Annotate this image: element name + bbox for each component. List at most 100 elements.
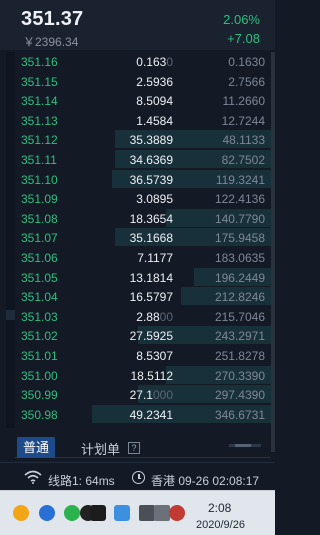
taskbar-date[interactable]: 2020/9/26 — [196, 519, 245, 531]
row-price: 351.05 — [21, 270, 58, 285]
row-cumulative: 48.1133 — [222, 133, 266, 148]
orderbook-row[interactable]: 351.12 35.3889 48.1133 — [15, 130, 271, 150]
last-price: 351.37 — [21, 8, 84, 30]
change-percent: 2.06% — [223, 12, 260, 27]
row-price: 351.04 — [21, 290, 58, 305]
cny-price: ￥2396.34 — [23, 35, 79, 49]
orderbook-row[interactable]: 351.10 36.5739 119.3241 — [15, 169, 271, 190]
row-quantity-digits: 27.5925 — [129, 329, 173, 344]
horizontal-scrollbar[interactable] — [229, 444, 261, 447]
row-quantity: 34.6369 — [130, 153, 173, 167]
row-cumulative: 175.9458 — [214, 231, 265, 246]
row-price: 351.03 — [21, 309, 58, 324]
orderbook-row[interactable]: 351.13 1.4584 12.7244 — [15, 111, 271, 131]
row-price: 351.08 — [21, 211, 58, 226]
row-quantity-digits: 7.1177 — [137, 251, 173, 265]
row-quantity: 8.5094 — [136, 94, 173, 108]
row-quantity-trailing-zeros: 0 — [166, 55, 173, 69]
row-cumulative: 212.8246 — [214, 290, 265, 305]
row-cumulative: 251.8278 — [214, 349, 265, 363]
orderbook-row[interactable]: 351.09 3.0895 122.4136 — [15, 189, 271, 209]
row-quantity-digits: 34.6369 — [129, 153, 173, 167]
wifi-icon — [24, 470, 42, 484]
orderbook-row[interactable]: 351.14 8.5094 11.2660 — [15, 91, 271, 111]
row-cumulative: 270.3390 — [214, 368, 265, 383]
row-cumulative: 183.0635 — [214, 251, 265, 265]
orderbook-row[interactable]: 351.16 0.1630 0.1630 — [15, 52, 271, 72]
row-quantity: 35.3889 — [130, 133, 173, 147]
ticker-header: 351.37 ￥2396.34 2.06% +7.08 — [0, 0, 275, 50]
row-cumulative: 196.2449 — [214, 270, 265, 285]
volume-muted-icon[interactable] — [169, 505, 185, 521]
row-quantity-digits: 35.1668 — [129, 231, 173, 246]
row-quantity: 36.5739 — [130, 173, 173, 187]
row-quantity: 27.5925 — [130, 329, 173, 343]
row-quantity-digits: 18.5112 — [130, 368, 174, 383]
tab-plan-order[interactable]: 计划单 — [81, 439, 120, 458]
row-cumulative: 140.7790 — [214, 211, 265, 226]
tab-normal[interactable]: 普通 — [17, 437, 55, 458]
orderbook-row[interactable]: 351.05 13.1814 196.2449 — [15, 267, 271, 288]
row-quantity: 49.2341 — [130, 408, 173, 422]
row-quantity: 18.5112 — [131, 369, 174, 383]
order-book[interactable]: 351.16 0.1630 0.1630 351.15 2.5936 2.7566 351.… — [15, 52, 271, 430]
help-icon[interactable]: ? — [128, 442, 140, 454]
row-price: 351.07 — [21, 231, 58, 246]
row-quantity: 35.1668 — [130, 231, 173, 245]
orderbook-row[interactable]: 351.03 2.8800 215.7046 — [15, 307, 271, 327]
vertical-scrollbar[interactable] — [271, 52, 275, 452]
row-price: 351.00 — [21, 368, 58, 383]
orderbook-row[interactable]: 351.08 18.3654 140.7790 — [15, 208, 271, 229]
row-quantity-digits: 2.5936 — [136, 74, 173, 89]
clipboard-icon[interactable] — [139, 505, 155, 521]
orderbook-row[interactable]: 351.04 16.5797 212.8246 — [15, 287, 271, 307]
row-quantity: 2.5936 — [136, 75, 173, 89]
orderbook-row[interactable]: 351.06 7.1177 183.0635 — [15, 248, 271, 268]
row-quantity: 13.1814 — [130, 271, 173, 285]
row-price: 351.01 — [21, 349, 58, 363]
row-cumulative: 82.7502 — [221, 153, 265, 167]
row-cumulative: 12.7244 — [221, 113, 265, 128]
baidu-netdisk-icon[interactable] — [13, 505, 29, 521]
orderbook-row[interactable]: 351.02 27.5925 243.2971 — [15, 326, 271, 346]
taskbar-time[interactable]: 2:08 — [208, 501, 231, 515]
row-price: 351.15 — [21, 74, 58, 89]
row-quantity-digits: 16.5797 — [129, 290, 173, 305]
cloud-icon[interactable] — [114, 505, 130, 521]
row-cumulative: 0.1630 — [228, 55, 265, 69]
row-cumulative: 122.4136 — [214, 192, 265, 207]
row-quantity-digits: 49.2341 — [129, 407, 173, 422]
tp-app-icon[interactable] — [90, 505, 106, 521]
row-cumulative: 11.2660 — [222, 94, 266, 109]
left-frame-notch — [6, 310, 15, 320]
order-type-tabs: 普通 计划单 ? — [15, 437, 271, 458]
orderbook-row[interactable]: 351.01 8.5307 251.8278 — [15, 346, 271, 366]
server-time: 香港 09-26 02:08:17 — [151, 474, 260, 488]
battery-icon[interactable] — [154, 505, 170, 521]
orderbook-row[interactable]: 350.98 49.2341 346.6731 — [15, 404, 271, 425]
left-frame-strip — [6, 52, 15, 428]
row-quantity-digits: 2.88 — [136, 309, 160, 324]
orderbook-row[interactable]: 351.11 34.6369 82.7502 — [15, 150, 271, 170]
orderbook-row[interactable]: 351.00 18.5112 270.3390 — [15, 365, 271, 386]
orderbook-row[interactable]: 350.99 27.1000 297.4390 — [15, 385, 271, 405]
row-cumulative: 346.6731 — [214, 407, 265, 422]
row-price: 351.12 — [21, 133, 58, 148]
line-latency: 线路1: 64ms — [48, 474, 115, 488]
row-price: 351.02 — [21, 329, 58, 344]
row-quantity-digits: 0.163 — [136, 55, 167, 69]
orderbook-row[interactable]: 351.07 35.1668 175.9458 — [15, 228, 271, 248]
wechat-icon[interactable] — [64, 505, 80, 521]
blue-circle-app-icon[interactable] — [39, 505, 55, 521]
row-quantity-digits: 1.4584 — [136, 113, 173, 128]
row-price: 351.10 — [21, 172, 58, 187]
row-price: 351.06 — [21, 251, 58, 265]
row-quantity: 8.5307 — [136, 349, 173, 363]
row-cumulative: 2.7566 — [228, 74, 265, 89]
row-quantity: 0.1630 — [136, 55, 173, 69]
change-absolute: +7.08 — [227, 31, 260, 46]
orderbook-row[interactable]: 351.15 2.5936 2.7566 — [15, 72, 271, 92]
row-price: 351.11 — [21, 153, 57, 167]
row-cumulative: 119.3241 — [215, 172, 265, 187]
row-quantity: 1.4584 — [136, 114, 173, 128]
